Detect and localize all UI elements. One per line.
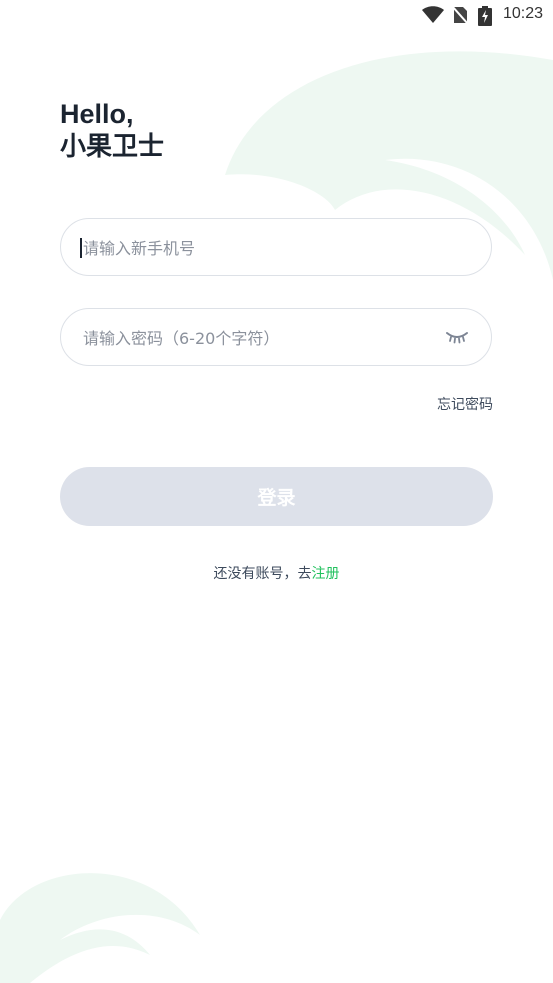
register-prompt-text: 还没有账号，去: [213, 566, 312, 582]
phone-field[interactable]: [60, 218, 492, 277]
register-prompt: 还没有账号，去注册: [0, 563, 553, 583]
status-time: 10:23: [502, 5, 543, 22]
greeting-hello: Hello,: [60, 99, 134, 129]
login-button[interactable]: 登录: [60, 467, 493, 526]
eye-closed-icon[interactable]: [445, 330, 469, 344]
leaf-decoration-bottom: [0, 873, 200, 983]
battery-charging-icon: [478, 6, 492, 26]
wifi-icon: [422, 6, 444, 23]
forgot-password-link[interactable]: 忘记密码: [437, 394, 493, 414]
status-bar: 10:23: [0, 0, 553, 32]
greeting: Hello, 小果卫士: [60, 98, 164, 164]
password-field[interactable]: [60, 308, 492, 367]
phone-input[interactable]: [81, 219, 435, 277]
password-input[interactable]: [81, 309, 435, 367]
no-sim-icon: [452, 6, 468, 24]
register-link[interactable]: 注册: [312, 566, 340, 582]
app-name: 小果卫士: [60, 132, 165, 162]
